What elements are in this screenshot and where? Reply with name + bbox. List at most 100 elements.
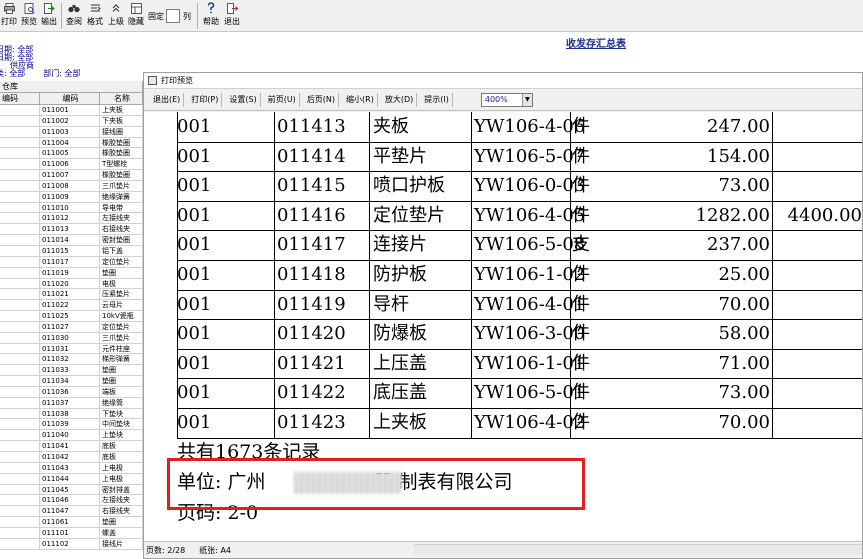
table-cell <box>0 419 40 430</box>
table-row[interactable]: 011034 垫圈 <box>0 376 143 387</box>
print-button[interactable]: 打印 <box>1 2 17 30</box>
table-row[interactable]: 011040 上垫块 <box>0 430 143 442</box>
table-row[interactable]: 011006 T型螺栓 <box>0 159 143 171</box>
report-cell: YW106-4-05 <box>474 204 586 226</box>
table-row[interactable]: 011003 接线圈 <box>0 126 143 138</box>
report-cell: 件 <box>572 323 590 345</box>
table-row[interactable]: 011020 电极 <box>0 278 143 290</box>
table-row[interactable]: 011007 橡胶垫圈 <box>0 170 143 181</box>
zoom-select[interactable]: 400% ▼ <box>480 92 533 107</box>
lookup-button[interactable]: 查阅 <box>65 2 83 30</box>
table-row[interactable]: 011022 云母片 <box>0 300 143 312</box>
preview-zoom-in-button[interactable]: 放大(D) <box>382 92 418 107</box>
table-row[interactable]: 011045 密封排盖 <box>0 484 143 496</box>
table-row[interactable]: 011046 左接线夹 <box>0 495 143 507</box>
export-button-label: 输出 <box>41 17 57 26</box>
up-level-button[interactable]: 上级 <box>107 2 125 30</box>
table-cell: 上夹板 <box>100 105 143 115</box>
table-row[interactable]: 011030 三爪垫片 <box>0 332 143 344</box>
report-cell: 011418 <box>277 264 346 285</box>
table-row[interactable]: 011010 导电带 <box>0 202 143 214</box>
table-row[interactable]: 011061 垫圈 <box>0 517 143 528</box>
table-row[interactable]: 011021 压紧垫片 <box>0 289 143 301</box>
preview-prev-page-button[interactable]: 前页(U) <box>265 92 300 107</box>
report-row: 001 011417 连接片 YW106-5-08 支 237.00 <box>144 230 862 260</box>
report-cell: 001 <box>177 204 212 226</box>
table-row[interactable]: 011015 铝下盖 <box>0 245 143 257</box>
preview-zoom-out-button[interactable]: 缩小(R) <box>343 92 378 107</box>
fixed-columns-control: 固定 列 <box>148 7 191 25</box>
table-cell: 011102 <box>40 538 100 549</box>
table-row[interactable]: 011102 接线片 <box>0 538 143 550</box>
table-row[interactable]: 011013 右接线夹 <box>0 224 143 236</box>
hide-button[interactable]: 隐藏 <box>127 2 145 30</box>
table-row[interactable]: 011032 梯形弹簧 <box>0 354 143 366</box>
preview-print-button[interactable]: 打印(P) <box>188 92 223 107</box>
help-button[interactable]: 帮助 <box>202 2 220 30</box>
table-cell: 011031 <box>40 343 100 354</box>
report-cell: 件 <box>572 293 590 315</box>
report-cell: 件 <box>572 352 590 374</box>
table-row[interactable]: 011043 上电极 <box>0 462 143 474</box>
table-row[interactable]: 011001 上夹板 <box>0 105 143 116</box>
table-row[interactable]: 011037 绝缘筒 <box>0 397 143 409</box>
preview-exit-button[interactable]: 退出(E) <box>150 92 185 107</box>
report-cell: 定位垫片 <box>373 204 445 226</box>
table-row[interactable]: 011014 密封垫圈 <box>0 235 143 246</box>
table-row[interactable]: 011047 右接线夹 <box>0 506 143 518</box>
report-cell: 1282.00 <box>695 204 770 226</box>
table-row[interactable]: 011041 底板 <box>0 441 143 452</box>
table-row[interactable]: 011038 下垫块 <box>0 408 143 420</box>
preview-next-page-button[interactable]: 后页(N) <box>304 92 340 107</box>
table-cell <box>0 365 40 376</box>
table-row[interactable]: 011017 定位垫片 <box>0 256 143 268</box>
table-cell <box>0 386 40 397</box>
fixed-columns-input[interactable] <box>166 9 180 23</box>
table-row[interactable]: 011027 定位垫片 <box>0 321 143 333</box>
table-row[interactable]: 011042 底板 <box>0 452 143 463</box>
report-cell: YW106-4-02 <box>474 412 586 433</box>
report-cell: YW106-1-02 <box>474 264 586 285</box>
table-row[interactable]: 011002 下夹板 <box>0 115 143 127</box>
table-cell <box>0 126 40 137</box>
report-cell: 支 <box>572 234 590 256</box>
table-row[interactable]: 011019 垫圈 <box>0 267 143 279</box>
preview-titlebar: 打印预览 <box>144 73 862 89</box>
table-row[interactable]: 011008 三爪垫片 <box>0 180 143 192</box>
up-level-button-label: 上级 <box>108 17 124 26</box>
header-code-1: 编码 <box>0 93 40 104</box>
table-row[interactable]: 011025 10kV瓷瓶 <box>0 311 143 322</box>
table-cell: 铝下盖 <box>100 245 143 256</box>
table-row[interactable]: 011005 橡胶垫圈 <box>0 148 143 160</box>
filter-dept: 部门: 全部 <box>43 69 81 78</box>
table-header: 编码 编码 名称 <box>0 93 143 105</box>
table-cell: 三爪垫片 <box>100 180 143 191</box>
table-row[interactable]: 011033 垫圈 <box>0 365 143 377</box>
report-cell: 夹板 <box>373 116 409 137</box>
report-row: 001 011418 防护板 YW106-1-02 件 25.00 <box>144 260 862 290</box>
table-row[interactable]: 011009 绝缘弹簧 <box>0 191 143 203</box>
exit-button[interactable]: 退出 <box>223 2 241 30</box>
report-cell: YW106-1-01 <box>474 352 586 374</box>
preview-hint-button[interactable]: 提示(I) <box>421 92 453 107</box>
preview-setup-button[interactable]: 设置(S) <box>226 92 261 107</box>
table-row[interactable]: 011101 螺盖 <box>0 527 143 539</box>
table-row[interactable]: 011039 中间垫块 <box>0 419 143 431</box>
table-row[interactable]: 011036 端板 <box>0 386 143 398</box>
table-row[interactable]: 011031 元件柱座 <box>0 343 143 355</box>
table-row[interactable]: 011012 左接线夹 <box>0 213 143 225</box>
table-cell <box>0 170 40 180</box>
format-button[interactable]: 格式 <box>86 2 104 30</box>
table-cell: 上电极 <box>100 473 143 484</box>
horizontal-scrollbar[interactable] <box>414 544 862 555</box>
preview-button-label: 预览 <box>21 17 37 26</box>
table-row[interactable]: 011044 上电极 <box>0 473 143 485</box>
table-cell <box>0 506 40 517</box>
export-button[interactable]: 输出 <box>41 2 57 30</box>
table-row[interactable]: 011004 橡胶垫圈 <box>0 137 143 149</box>
table-cell <box>0 430 40 441</box>
chevron-down-icon[interactable]: ▼ <box>521 93 532 106</box>
table-cell <box>0 300 40 311</box>
preview-button[interactable]: 预览 <box>21 2 37 30</box>
filter-info: 日期: 全部 日期: 全部 供应商 类: 全部 部门: 全部 <box>0 46 140 78</box>
